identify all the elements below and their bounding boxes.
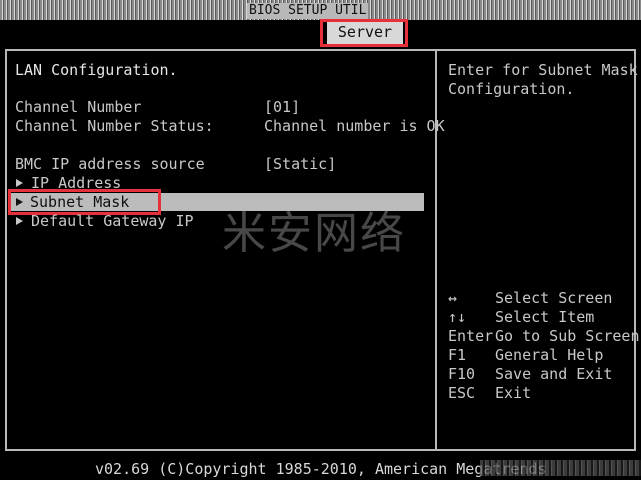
- key-select-item: ↑↓: [448, 308, 467, 326]
- channel-status-label: Channel Number Status:: [15, 117, 214, 135]
- channel-number-value[interactable]: [01]: [264, 98, 300, 116]
- footer-noise: [480, 460, 641, 476]
- key-select-screen: ↔: [448, 289, 458, 307]
- key-esc: ESC: [448, 384, 476, 402]
- tab-highlight-box: [320, 19, 408, 47]
- key-select-screen-action: Select Screen: [495, 289, 613, 307]
- copyright-text: v02.69 (C)Copyright 1985-2010, American …: [95, 460, 547, 478]
- section-title: LAN Configuration.: [15, 61, 178, 79]
- key-f1: F1: [448, 346, 467, 364]
- submenu-label: Default Gateway IP: [31, 212, 194, 230]
- ip-source-label: BMC IP address source: [15, 155, 205, 173]
- submenu-arrow-icon: [16, 179, 23, 187]
- key-enter: Enter: [448, 327, 494, 345]
- key-enter-action: Go to Sub Screen: [495, 327, 640, 345]
- key-f10: F10: [448, 365, 476, 383]
- key-f1-action: General Help: [495, 346, 604, 364]
- key-select-item-action: Select Item: [495, 308, 595, 326]
- panel-divider: [435, 49, 437, 451]
- ip-source-value[interactable]: [Static]: [264, 155, 336, 173]
- channel-number-label: Channel Number: [15, 98, 142, 116]
- bios-title: BIOS SETUP UTIL: [247, 3, 369, 19]
- watermark: 米安网络: [222, 208, 406, 259]
- help-line-2: Configuration.: [448, 80, 575, 98]
- submenu-arrow-icon: [16, 217, 23, 225]
- key-esc-action: Exit: [495, 384, 532, 402]
- key-f10-action: Save and Exit: [495, 365, 613, 383]
- channel-status-value: Channel number is OK: [264, 117, 445, 135]
- help-line-1: Enter for Subnet Mask: [448, 61, 638, 79]
